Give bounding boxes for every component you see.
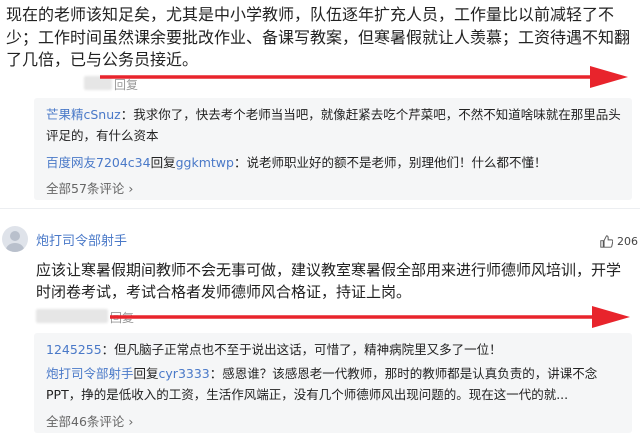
- reply-item: 1245255：但凡脑子正常点也不至于说出这话，可惜了，精神病院里又多了一位！: [46, 339, 624, 360]
- reply-item: 百度网友7204c34回复ggkmtwp：说老师职业好的额不是老师，别理他们！什…: [46, 152, 624, 173]
- thumbs-up-icon: [600, 235, 613, 248]
- red-arrow-annotation: [100, 66, 628, 88]
- reply-item: 炮打司令部射手回复cyr3333：感恩谁？该感恩老一代教师，那时的教师都是认真负…: [46, 363, 624, 405]
- avatar[interactable]: [2, 226, 28, 252]
- reply-username[interactable]: 芒果精cSnuz: [46, 107, 121, 122]
- divider: [0, 208, 640, 209]
- reply-item: 芒果精cSnuz：我求你了，快去考个老师当当吧，就像赶紧去吃个芹菜吧，不然不知道…: [46, 104, 624, 146]
- reply-to-label: 回复: [150, 155, 176, 170]
- reply-list: 芒果精cSnuz：我求你了，快去考个老师当当吧，就像赶紧去吃个芹菜吧，不然不知道…: [34, 98, 632, 200]
- like-button[interactable]: 206: [600, 235, 638, 248]
- default-avatar-icon: [6, 231, 24, 252]
- reply-content: ：但凡脑子正常点也不至于说出这话，可惜了，精神病院里又多了一位！: [101, 342, 502, 357]
- view-all-replies-link[interactable]: 全部46条评论 ›: [46, 411, 133, 430]
- reply-username[interactable]: 炮打司令部射手: [46, 366, 134, 381]
- reply-content: ：我求你了，快去考个老师当当吧，就像赶紧去吃个芹菜吧，不然不知道啥味就在那里品头…: [46, 107, 621, 143]
- timestamp-blurred: [36, 309, 108, 323]
- red-arrow-annotation: [110, 306, 630, 328]
- like-count: 206: [617, 235, 638, 248]
- view-all-replies-link[interactable]: 全部57条评论 ›: [46, 178, 133, 197]
- reply-list: 1245255：但凡脑子正常点也不至于说出这话，可惜了，精神病院里又多了一位！ …: [34, 333, 632, 433]
- reply-username[interactable]: 1245255: [46, 342, 102, 357]
- reply-target-username[interactable]: ggkmtwp: [176, 155, 234, 170]
- reply-content: ：说老师职业好的额不是老师，别理他们！什么都不懂！: [233, 155, 547, 170]
- comment-text: 应该让寒暑假期间教师不会无事可做，建议教室寒暑假全部用来进行师德师风培训，开学时…: [36, 261, 622, 301]
- reply-username[interactable]: 百度网友7204c34: [46, 155, 151, 170]
- reply-target-username[interactable]: cyr3333: [159, 366, 210, 381]
- reply-to-label: 回复: [133, 366, 159, 381]
- comment-username[interactable]: 炮打司令部射手: [36, 230, 127, 249]
